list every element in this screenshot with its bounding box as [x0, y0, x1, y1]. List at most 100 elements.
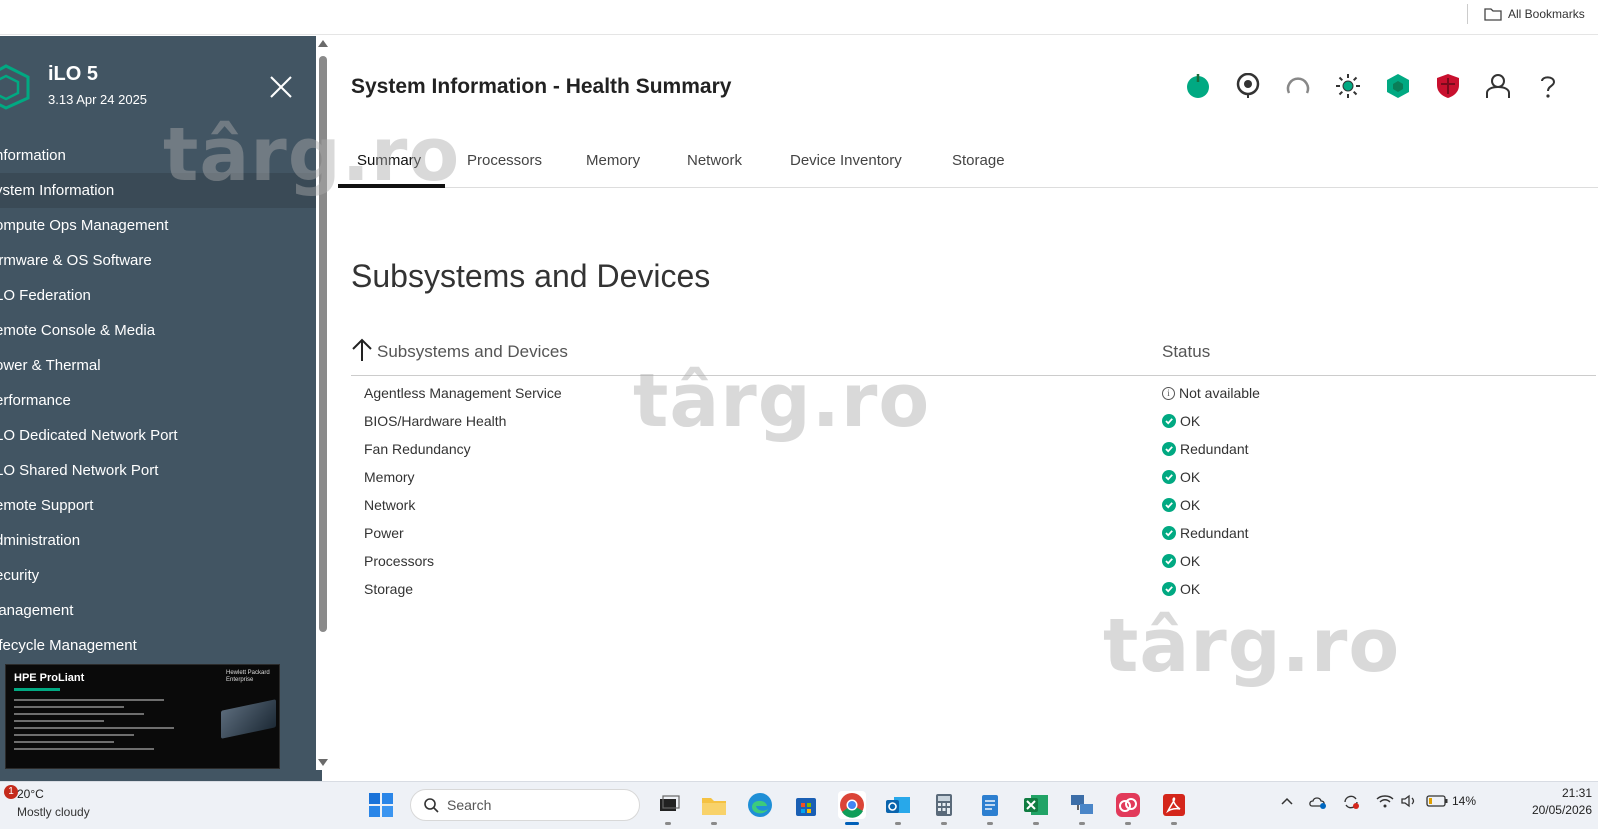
sidebar-item-compute-ops-management[interactable]: ompute Ops Management: [0, 208, 322, 243]
chrome-browser-icon[interactable]: [838, 791, 866, 825]
table-row: Storage OK: [351, 576, 1596, 604]
user-icon[interactable]: [1484, 72, 1512, 100]
thumbnail-title: HPE ProLiant: [14, 672, 85, 684]
battery-indicator[interactable]: 14%: [1426, 794, 1476, 808]
health-sun-icon[interactable]: [1334, 72, 1362, 100]
sidebar-item-label: ompute Ops Management: [0, 217, 169, 234]
status-label: OK: [1180, 413, 1201, 429]
subsystem-status: i Not available: [1162, 385, 1260, 401]
windows-taskbar: 1 20°C Mostly cloudy Search 14% 21:31 20…: [0, 781, 1598, 829]
task-view-icon[interactable]: [654, 791, 682, 825]
watermark: târg.ro: [633, 358, 931, 444]
status-label: OK: [1180, 581, 1201, 597]
sidebar-item-firmware-os-software[interactable]: irmware & OS Software: [0, 243, 322, 278]
taskbar-clock[interactable]: 21:31 20/05/2026: [1512, 785, 1592, 819]
loading-spinner-icon[interactable]: [1284, 72, 1312, 100]
subsystem-status: OK: [1162, 581, 1200, 597]
weather-temperature: 20°C: [17, 787, 44, 801]
security-shield-icon[interactable]: [1434, 72, 1462, 100]
column-header-status[interactable]: Status: [1162, 342, 1210, 362]
subsystem-status: OK: [1162, 469, 1200, 485]
taskbar-search-box[interactable]: Search: [410, 789, 640, 821]
windows-start-icon[interactable]: [368, 792, 394, 818]
sidebar-item-remote-console-media[interactable]: emote Console & Media: [0, 313, 322, 348]
search-icon: [424, 798, 439, 813]
bookmark-bar: All Bookmarks: [0, 0, 1598, 35]
status-label: Redundant: [1180, 441, 1249, 457]
sidebar-item-power-thermal[interactable]: ower & Thermal: [0, 348, 322, 383]
scroll-down-arrow-icon[interactable]: [318, 759, 328, 766]
sort-ascending-icon[interactable]: [351, 337, 373, 363]
tab-device-inventory[interactable]: Device Inventory: [790, 152, 902, 169]
sidebar-item-label: ecurity: [0, 567, 40, 584]
column-header-subsystems[interactable]: Subsystems and Devices: [377, 342, 568, 362]
notepad-icon[interactable]: [976, 791, 1004, 825]
help-icon[interactable]: [1534, 72, 1562, 100]
uid-indicator-icon[interactable]: [1234, 72, 1262, 100]
tab-storage[interactable]: Storage: [952, 152, 1005, 169]
sidebar-item-remote-support[interactable]: emote Support: [0, 488, 322, 523]
subsystem-name: Memory: [364, 469, 415, 485]
sidebar-item-lifecycle-management[interactable]: ifecycle Management: [0, 628, 322, 663]
power-icon[interactable]: [1184, 72, 1212, 100]
subsystem-status: OK: [1162, 413, 1200, 429]
tab-network[interactable]: Network: [687, 152, 742, 169]
subsystem-status: Redundant: [1162, 441, 1249, 457]
status-ok-check-icon: [1162, 554, 1176, 568]
status-ok-check-icon: [1162, 470, 1176, 484]
scroll-up-arrow-icon[interactable]: [318, 40, 328, 47]
sidebar-item-label: LO Dedicated Network Port: [0, 427, 178, 444]
brand-title: iLO 5: [48, 63, 99, 85]
remote-desktop-icon[interactable]: [1068, 791, 1096, 825]
sidebar-item-label: lanagement: [0, 602, 74, 619]
sidebar-item-label: nformation: [0, 147, 66, 164]
file-explorer-icon[interactable]: [700, 791, 728, 825]
page-title: System Information - Health Summary: [351, 75, 732, 98]
health-hexagon-icon[interactable]: [1384, 72, 1412, 100]
weather-notification-badge: 1: [4, 785, 18, 799]
wifi-icon[interactable]: [1376, 794, 1394, 811]
sidebar-item-management[interactable]: lanagement: [0, 593, 322, 628]
outlook-icon[interactable]: [884, 791, 912, 825]
tab-processors[interactable]: Processors: [467, 152, 542, 169]
watermark: târg.ro: [1103, 603, 1401, 689]
tab-bar: Summary Processors Memory Network Device…: [338, 140, 1598, 188]
sidebar-item-ilo-federation[interactable]: LO Federation: [0, 278, 322, 313]
onedrive-icon[interactable]: [1308, 794, 1328, 813]
show-hidden-icons-chevron-icon[interactable]: [1280, 794, 1294, 811]
sidebar-item-ilo-shared-network-port[interactable]: LO Shared Network Port: [0, 453, 322, 488]
thumbnail-accent-bar: [14, 688, 60, 691]
weather-widget[interactable]: 1 20°C Mostly cloudy: [4, 785, 124, 825]
thumbnail-brand: Hewlett Packard Enterprise: [226, 670, 270, 683]
sidebar-item-administration[interactable]: dministration: [0, 523, 322, 558]
status-ok-check-icon: [1162, 414, 1176, 428]
volume-icon[interactable]: [1400, 794, 1418, 811]
table-row: Power Redundant: [351, 520, 1596, 548]
tab-memory[interactable]: Memory: [586, 152, 640, 169]
excel-icon[interactable]: [1022, 791, 1050, 825]
sidebar-item-performance[interactable]: erformance: [0, 383, 322, 418]
status-label: Redundant: [1180, 525, 1249, 541]
status-icon-bar: [1184, 72, 1562, 100]
thumbnail-console-text: [14, 699, 184, 755]
subsystem-name: Agentless Management Service: [364, 385, 562, 401]
creative-cloud-icon[interactable]: [1114, 791, 1142, 825]
sidebar-item-label: irmware & OS Software: [0, 252, 152, 269]
sidebar-item-ilo-dedicated-network-port[interactable]: LO Dedicated Network Port: [0, 418, 322, 453]
close-sidebar-button[interactable]: [268, 74, 294, 100]
ilo-logo-icon: [0, 64, 30, 110]
table-row: BIOS/Hardware Health OK: [351, 408, 1596, 436]
sidebar-item-label: LO Federation: [0, 287, 91, 304]
search-placeholder: Search: [447, 797, 492, 813]
battery-percent: 14%: [1452, 794, 1477, 808]
subsystem-status: OK: [1162, 497, 1200, 513]
microsoft-store-icon[interactable]: [792, 791, 820, 819]
calculator-icon[interactable]: [930, 791, 958, 825]
remote-console-thumbnail[interactable]: HPE ProLiant Hewlett Packard Enterprise: [5, 664, 280, 769]
edge-browser-icon[interactable]: [746, 791, 774, 819]
all-bookmarks-button[interactable]: All Bookmarks: [1484, 4, 1585, 24]
acrobat-reader-icon[interactable]: [1160, 791, 1188, 825]
table-header: Subsystems and Devices Status: [351, 332, 1596, 376]
sidebar-item-security[interactable]: ecurity: [0, 558, 322, 593]
sync-update-icon[interactable]: [1342, 794, 1360, 813]
